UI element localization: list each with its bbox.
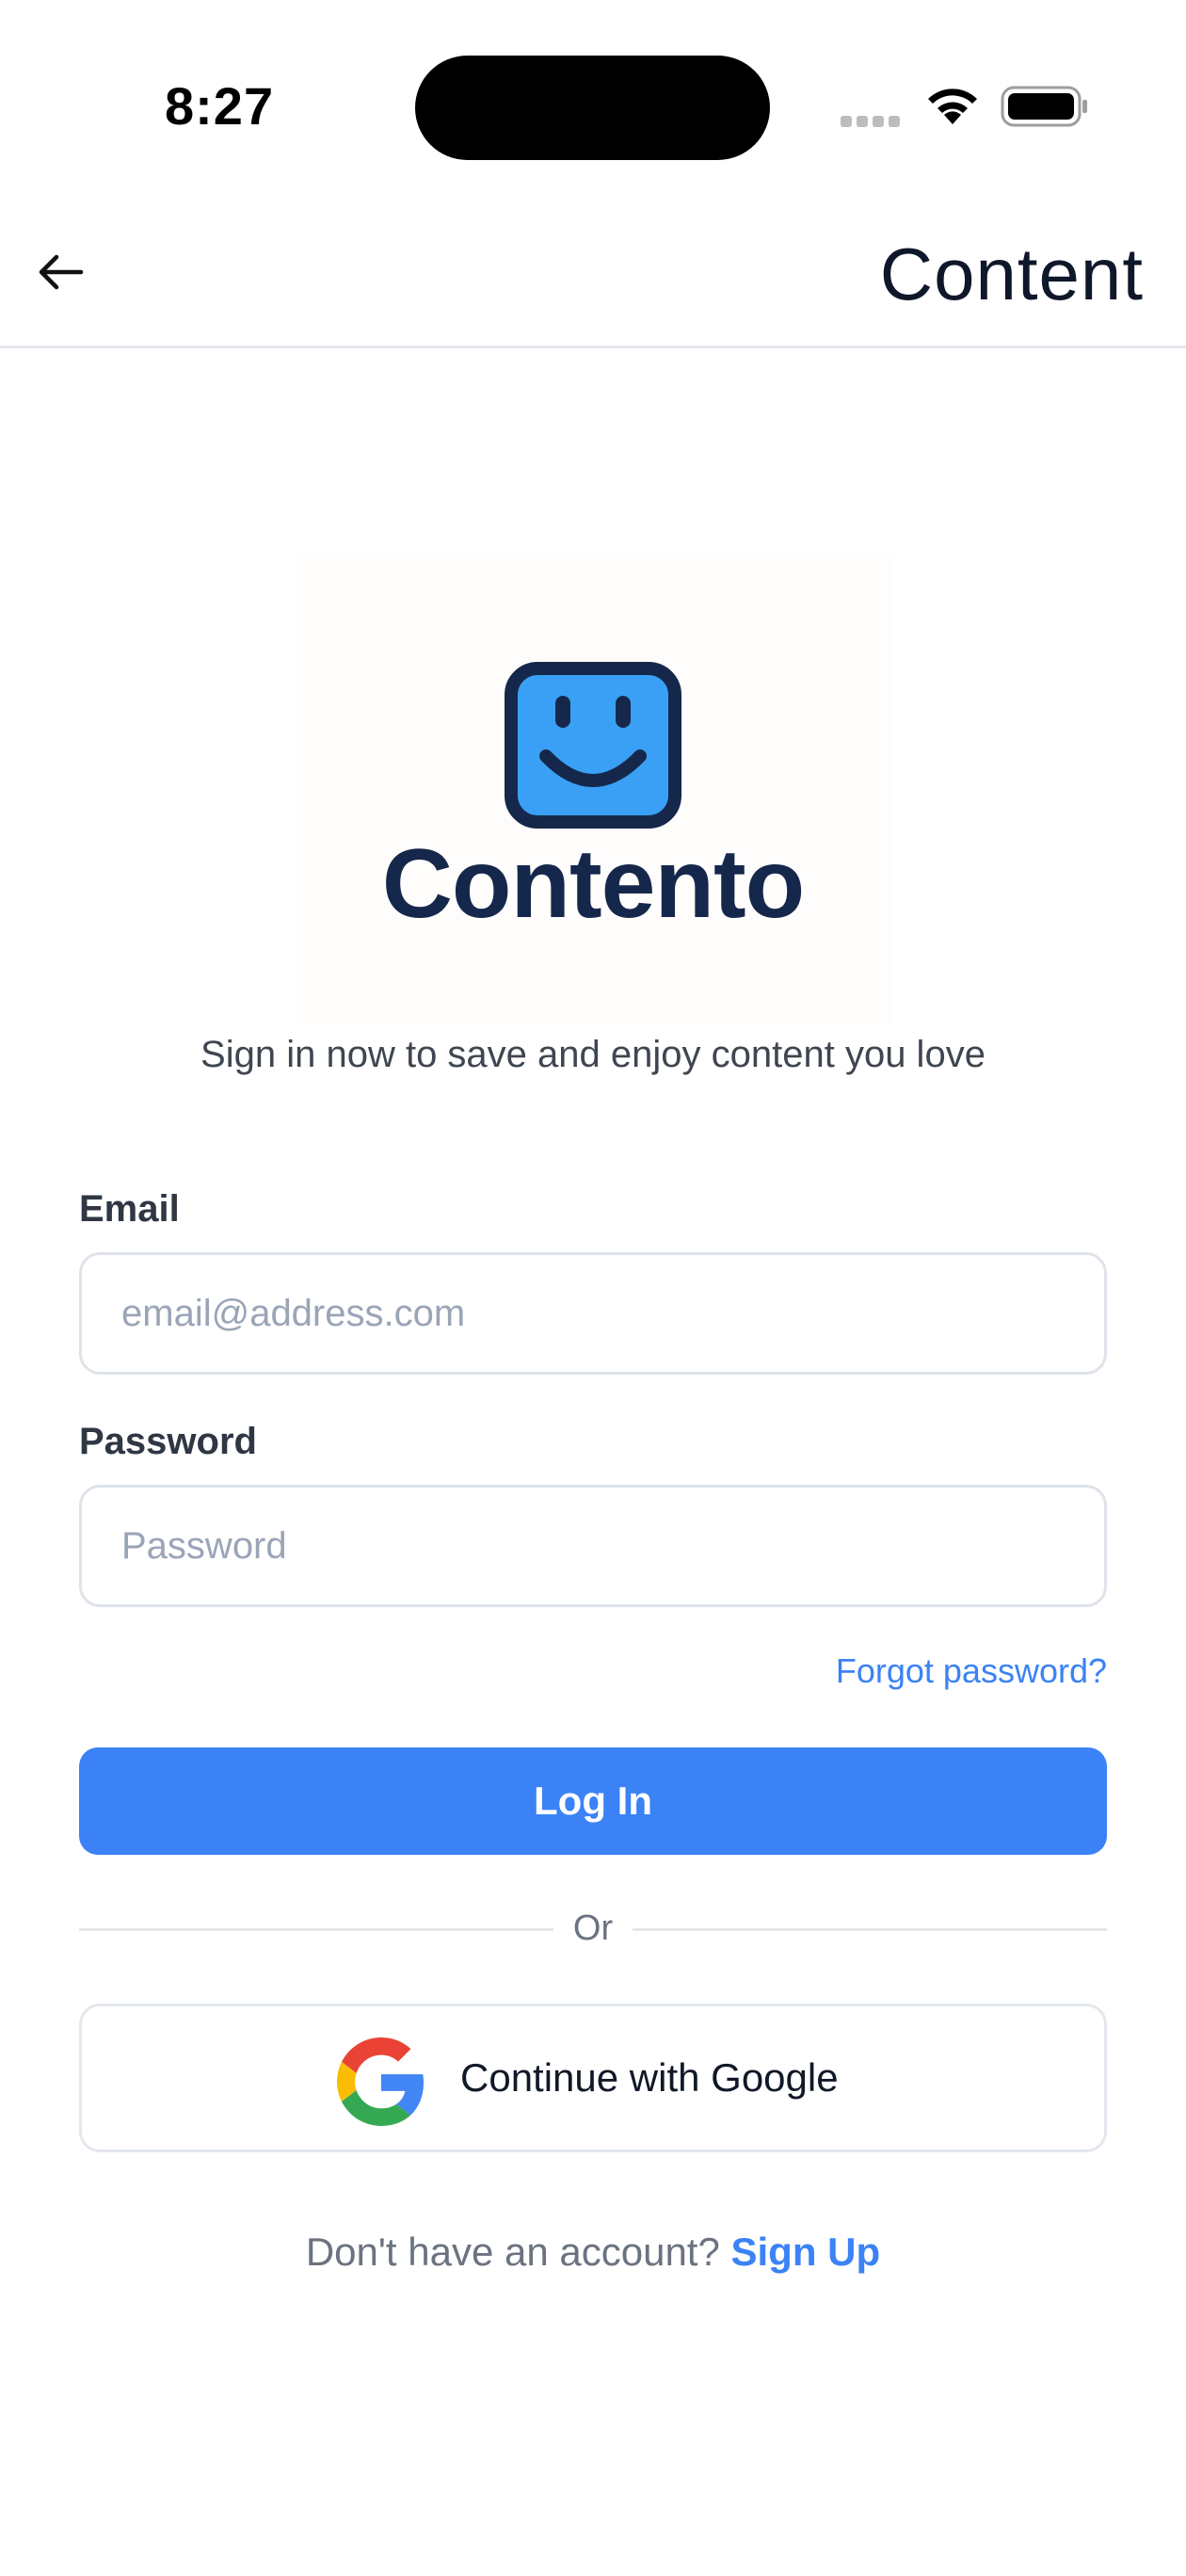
continue-with-google-button[interactable]: Continue with Google <box>79 2004 1107 2152</box>
status-time: 8:27 <box>165 76 275 136</box>
arrow-left-icon[interactable] <box>36 251 85 293</box>
email-field[interactable] <box>79 1252 1107 1375</box>
wifi-icon <box>928 89 977 124</box>
cellular-signal-icon <box>841 115 908 128</box>
battery-icon <box>1001 86 1087 127</box>
google-logo-icon <box>337 2037 425 2126</box>
divider-line-left <box>79 1928 553 1931</box>
google-button-label: Continue with Google <box>460 2055 839 2100</box>
divider-label: Or <box>572 1908 614 1948</box>
signup-row: Don't have an account? Sign Up <box>0 2230 1186 2275</box>
status-bar: 8:27 <box>0 0 1186 198</box>
password-label: Password <box>79 1421 257 1462</box>
password-field[interactable] <box>79 1485 1107 1607</box>
dynamic-island <box>415 56 770 160</box>
forgot-password-link[interactable]: Forgot password? <box>836 1651 1107 1691</box>
subtitle: Sign in now to save and enjoy content yo… <box>200 1034 986 1075</box>
smiley-face-icon <box>505 662 681 829</box>
email-label: Email <box>79 1188 180 1230</box>
header-bar: Content <box>0 198 1186 348</box>
login-button[interactable]: Log In <box>79 1747 1107 1855</box>
signup-prompt: Don't have an account? <box>305 2230 720 2274</box>
signup-link[interactable]: Sign Up <box>731 2230 881 2274</box>
login-screen: 8:27 Content Contento Sign in now to sav… <box>0 0 1186 2576</box>
logo-wordmark: Contento <box>381 829 805 939</box>
divider-line-right <box>633 1928 1107 1931</box>
header-title: Content <box>879 233 1144 315</box>
